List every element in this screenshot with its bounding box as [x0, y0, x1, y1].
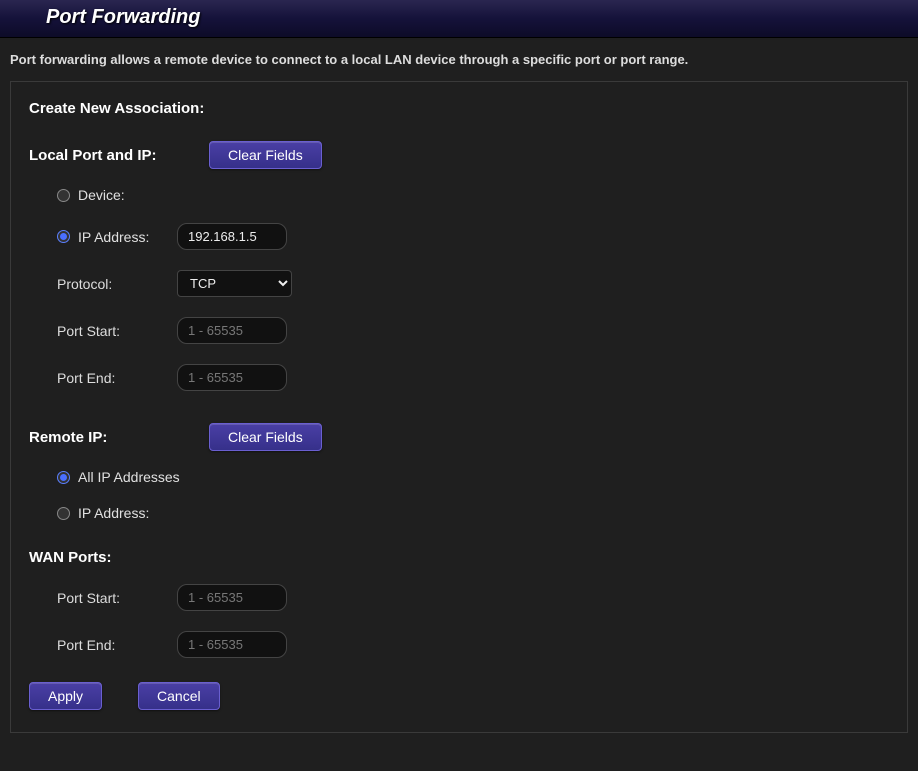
remote-section-label: Remote IP:: [29, 429, 209, 446]
wan-port-start-row: Port Start:: [29, 584, 889, 611]
page-description: Port forwarding allows a remote device t…: [0, 38, 918, 81]
remote-ip-option-row: IP Address:: [29, 505, 889, 521]
protocol-select[interactable]: TCP UDP Both: [177, 270, 292, 297]
action-buttons-row: Apply Cancel: [29, 682, 889, 710]
local-port-end-row: Port End:: [29, 364, 889, 391]
local-port-end-label: Port End:: [57, 370, 177, 386]
device-option-label: Device:: [78, 187, 125, 203]
all-ip-option-row: All IP Addresses: [29, 469, 889, 485]
association-panel: Create New Association: Local Port and I…: [10, 81, 908, 733]
protocol-label: Protocol:: [57, 276, 177, 292]
wan-port-end-input[interactable]: [177, 631, 287, 658]
all-ip-radio[interactable]: [57, 471, 70, 484]
all-ip-option-label: All IP Addresses: [78, 469, 180, 485]
wan-port-end-row: Port End:: [29, 631, 889, 658]
wan-port-start-label: Port Start:: [57, 590, 177, 606]
local-port-end-input[interactable]: [177, 364, 287, 391]
ip-radio[interactable]: [57, 230, 70, 243]
remote-section-header: Remote IP: Clear Fields: [29, 423, 889, 451]
remote-ip-option-label: IP Address:: [78, 505, 149, 521]
ip-option-row: IP Address:: [29, 223, 889, 250]
ip-option-label: IP Address:: [78, 229, 149, 245]
wan-section-header: WAN Ports:: [29, 549, 889, 566]
local-port-start-label: Port Start:: [57, 323, 177, 339]
wan-section-label: WAN Ports:: [29, 549, 209, 566]
wan-port-end-label: Port End:: [57, 637, 177, 653]
clear-local-button[interactable]: Clear Fields: [209, 141, 322, 169]
device-option-row: Device:: [29, 187, 889, 203]
local-section-label: Local Port and IP:: [29, 147, 209, 164]
clear-remote-button[interactable]: Clear Fields: [209, 423, 322, 451]
title-bar: Port Forwarding: [0, 0, 918, 38]
local-section-header: Local Port and IP: Clear Fields: [29, 141, 889, 169]
local-port-start-input[interactable]: [177, 317, 287, 344]
apply-button[interactable]: Apply: [29, 682, 102, 710]
panel-heading: Create New Association:: [29, 100, 889, 117]
ip-address-input[interactable]: [177, 223, 287, 250]
wan-port-start-input[interactable]: [177, 584, 287, 611]
remote-ip-radio[interactable]: [57, 507, 70, 520]
device-radio[interactable]: [57, 189, 70, 202]
cancel-button[interactable]: Cancel: [138, 682, 220, 710]
local-port-start-row: Port Start:: [29, 317, 889, 344]
protocol-row: Protocol: TCP UDP Both: [29, 270, 889, 297]
page-title: Port Forwarding: [46, 6, 918, 29]
